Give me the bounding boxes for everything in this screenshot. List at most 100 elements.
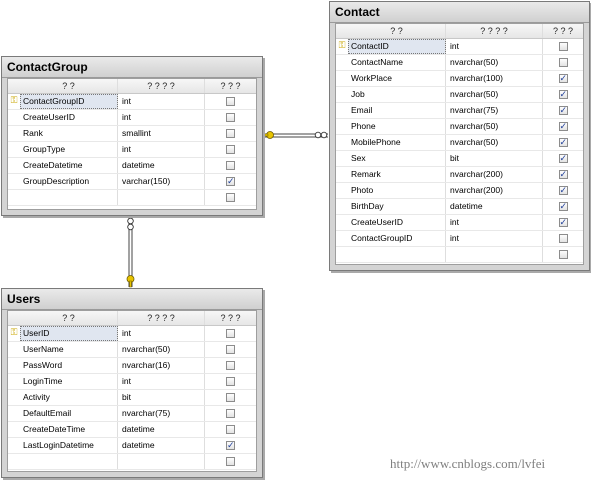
data-type-cell[interactable]: bit — [446, 151, 543, 166]
allow-nulls-checkbox[interactable] — [226, 457, 235, 466]
column-name-cell[interactable]: Sex — [348, 151, 446, 166]
row-selector[interactable]: ⚿ — [8, 326, 20, 341]
column-row[interactable]: Rank smallint — [8, 126, 256, 142]
data-type-cell[interactable]: int — [446, 215, 543, 230]
row-selector[interactable] — [8, 406, 20, 421]
column-row[interactable]: UserName nvarchar(50) — [8, 342, 256, 358]
allow-nulls-checkbox[interactable] — [558, 184, 568, 199]
allow-nulls-checkbox[interactable] — [226, 425, 235, 434]
column-row[interactable]: ContactName nvarchar(50) — [336, 55, 583, 71]
data-type-cell[interactable]: int — [118, 142, 205, 157]
data-type-cell[interactable]: nvarchar(50) — [446, 119, 543, 134]
data-type-cell[interactable]: datetime — [118, 438, 205, 453]
column-name-cell[interactable]: Phone — [348, 119, 446, 134]
row-selector[interactable] — [8, 110, 20, 125]
row-selector[interactable] — [336, 135, 348, 150]
column-row[interactable]: GroupType int — [8, 142, 256, 158]
allow-nulls-checkbox[interactable] — [226, 439, 235, 454]
allow-nulls-checkbox[interactable] — [558, 152, 568, 167]
data-type-cell[interactable]: int — [446, 39, 543, 54]
column-row[interactable]: LoginTime int — [8, 374, 256, 390]
column-row[interactable]: MobilePhone nvarchar(50) — [336, 135, 583, 151]
column-name-cell[interactable] — [20, 190, 118, 205]
row-selector[interactable]: ⚿ — [8, 94, 20, 109]
allow-nulls-checkbox[interactable] — [558, 88, 568, 103]
column-row[interactable]: Phone nvarchar(50) — [336, 119, 583, 135]
data-type-cell[interactable]: nvarchar(50) — [118, 342, 205, 357]
data-type-cell[interactable]: int — [446, 231, 543, 246]
column-row[interactable]: BirthDay datetime — [336, 199, 583, 215]
table-title[interactable]: Users — [2, 289, 262, 310]
row-selector[interactable] — [336, 231, 348, 246]
allow-nulls-checkbox[interactable] — [226, 393, 235, 402]
column-name-cell[interactable]: Photo — [348, 183, 446, 198]
row-selector[interactable] — [336, 71, 348, 86]
column-row[interactable]: CreateUserID int — [8, 110, 256, 126]
column-row[interactable]: Photo nvarchar(200) — [336, 183, 583, 199]
column-row[interactable]: PassWord nvarchar(16) — [8, 358, 256, 374]
data-type-cell[interactable]: varchar(150) — [118, 174, 205, 189]
row-selector[interactable] — [8, 390, 20, 405]
allow-nulls-checkbox[interactable] — [558, 120, 568, 135]
data-type-cell[interactable]: nvarchar(16) — [118, 358, 205, 373]
allow-nulls-checkbox[interactable] — [226, 145, 235, 154]
column-name-cell[interactable]: UserID — [20, 326, 118, 341]
data-type-cell[interactable]: nvarchar(75) — [446, 103, 543, 118]
column-row[interactable]: Email nvarchar(75) — [336, 103, 583, 119]
data-type-cell[interactable]: int — [118, 94, 205, 109]
table-title[interactable]: ContactGroup — [2, 57, 262, 78]
column-name-cell[interactable]: PassWord — [20, 358, 118, 373]
allow-nulls-checkbox[interactable] — [226, 113, 235, 122]
allow-nulls-checkbox[interactable] — [226, 329, 235, 338]
row-selector[interactable] — [336, 247, 348, 262]
column-name-cell[interactable]: GroupDescription — [20, 174, 118, 189]
row-selector[interactable] — [8, 158, 20, 173]
data-type-cell[interactable]: nvarchar(50) — [446, 135, 543, 150]
data-type-cell[interactable]: int — [118, 326, 205, 341]
column-name-cell[interactable]: CreateDatetime — [20, 158, 118, 173]
data-type-cell[interactable]: nvarchar(200) — [446, 183, 543, 198]
column-name-cell[interactable]: CreateDateTime — [20, 422, 118, 437]
column-name-cell[interactable]: LoginTime — [20, 374, 118, 389]
column-name-cell[interactable]: CreateUserID — [20, 110, 118, 125]
allow-nulls-checkbox[interactable] — [558, 200, 568, 215]
row-selector[interactable] — [336, 215, 348, 230]
allow-nulls-checkbox[interactable] — [226, 97, 235, 106]
column-name-cell[interactable]: GroupType — [20, 142, 118, 157]
allow-nulls-checkbox[interactable] — [226, 377, 235, 386]
column-name-cell[interactable]: MobilePhone — [348, 135, 446, 150]
column-name-cell[interactable]: ContactGroupID — [20, 94, 118, 109]
data-type-cell[interactable]: nvarchar(50) — [446, 87, 543, 102]
column-row[interactable]: CreateDateTime datetime — [8, 422, 256, 438]
data-type-cell[interactable]: nvarchar(75) — [118, 406, 205, 421]
data-type-cell[interactable]: bit — [118, 390, 205, 405]
row-selector[interactable] — [8, 438, 20, 453]
column-row[interactable]: CreateDatetime datetime — [8, 158, 256, 174]
column-name-cell[interactable] — [20, 454, 118, 469]
column-row[interactable]: ContactGroupID int — [336, 231, 583, 247]
allow-nulls-checkbox[interactable] — [226, 161, 235, 170]
table-contact[interactable]: Contact ? ? ? ? ? ? ? ? ? ⚿ ContactID int C… — [329, 1, 590, 271]
allow-nulls-checkbox[interactable] — [558, 250, 568, 259]
column-row[interactable] — [8, 454, 256, 470]
row-selector[interactable] — [336, 103, 348, 118]
column-name-cell[interactable]: DefaultEmail — [20, 406, 118, 421]
column-row[interactable]: DefaultEmail nvarchar(75) — [8, 406, 256, 422]
column-name-cell[interactable]: BirthDay — [348, 199, 446, 214]
row-selector[interactable] — [8, 342, 20, 357]
row-selector[interactable] — [8, 142, 20, 157]
row-selector[interactable] — [336, 199, 348, 214]
allow-nulls-checkbox[interactable] — [226, 193, 235, 202]
column-name-cell[interactable]: Email — [348, 103, 446, 118]
allow-nulls-checkbox[interactable] — [558, 72, 568, 87]
table-users[interactable]: Users ? ? ? ? ? ? ? ? ? ⚿ UserID int UserNa… — [1, 288, 263, 478]
data-type-cell[interactable] — [118, 454, 205, 469]
column-name-cell[interactable]: Rank — [20, 126, 118, 141]
data-type-cell[interactable]: int — [118, 110, 205, 125]
allow-nulls-checkbox[interactable] — [558, 104, 568, 119]
data-type-cell[interactable]: nvarchar(50) — [446, 55, 543, 70]
column-name-cell[interactable]: UserName — [20, 342, 118, 357]
allow-nulls-checkbox[interactable] — [558, 136, 568, 151]
column-name-cell[interactable]: ContactName — [348, 55, 446, 70]
data-type-cell[interactable]: datetime — [118, 422, 205, 437]
